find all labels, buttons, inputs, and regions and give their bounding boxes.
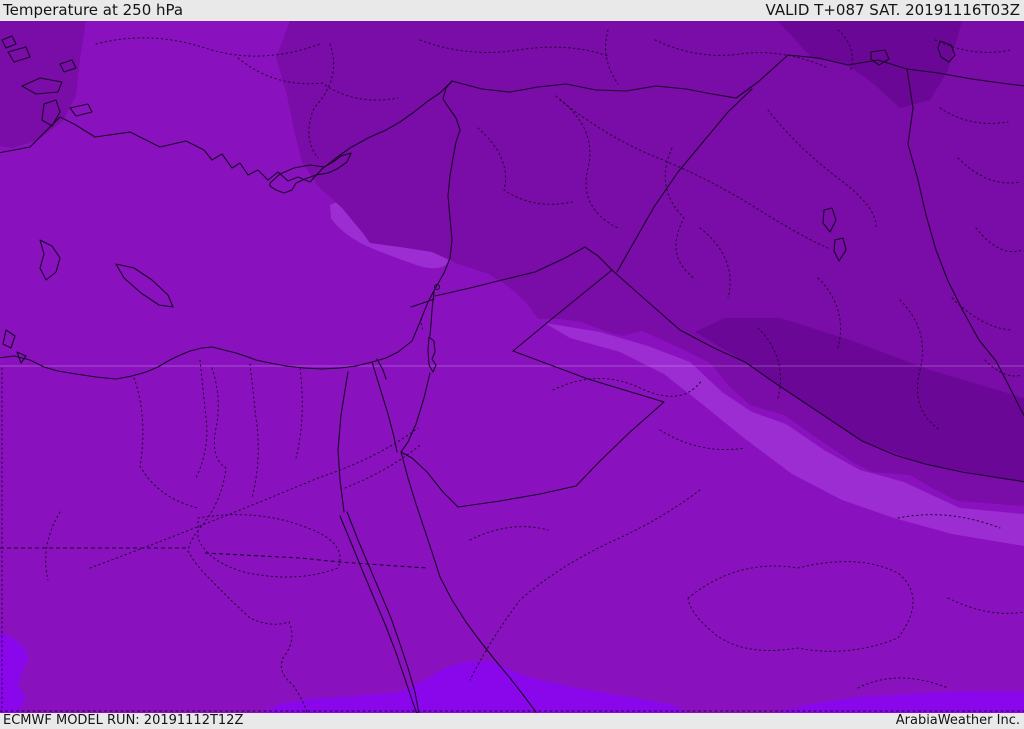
model-run-label: ECMWF MODEL RUN: 20191112T12Z [3, 713, 244, 728]
credit-label: ArabiaWeather Inc. [895, 713, 1020, 728]
header-bar: Temperature at 250 hPa VALID T+087 SAT. … [0, 0, 1024, 21]
footer-bar: ECMWF MODEL RUN: 20191112T12Z ArabiaWeat… [0, 713, 1024, 729]
map-title: Temperature at 250 hPa [3, 1, 184, 19]
weather-map [0, 21, 1024, 713]
map-canvas [0, 21, 1024, 713]
valid-time-label: VALID T+087 SAT. 20191116T03Z [765, 1, 1020, 19]
